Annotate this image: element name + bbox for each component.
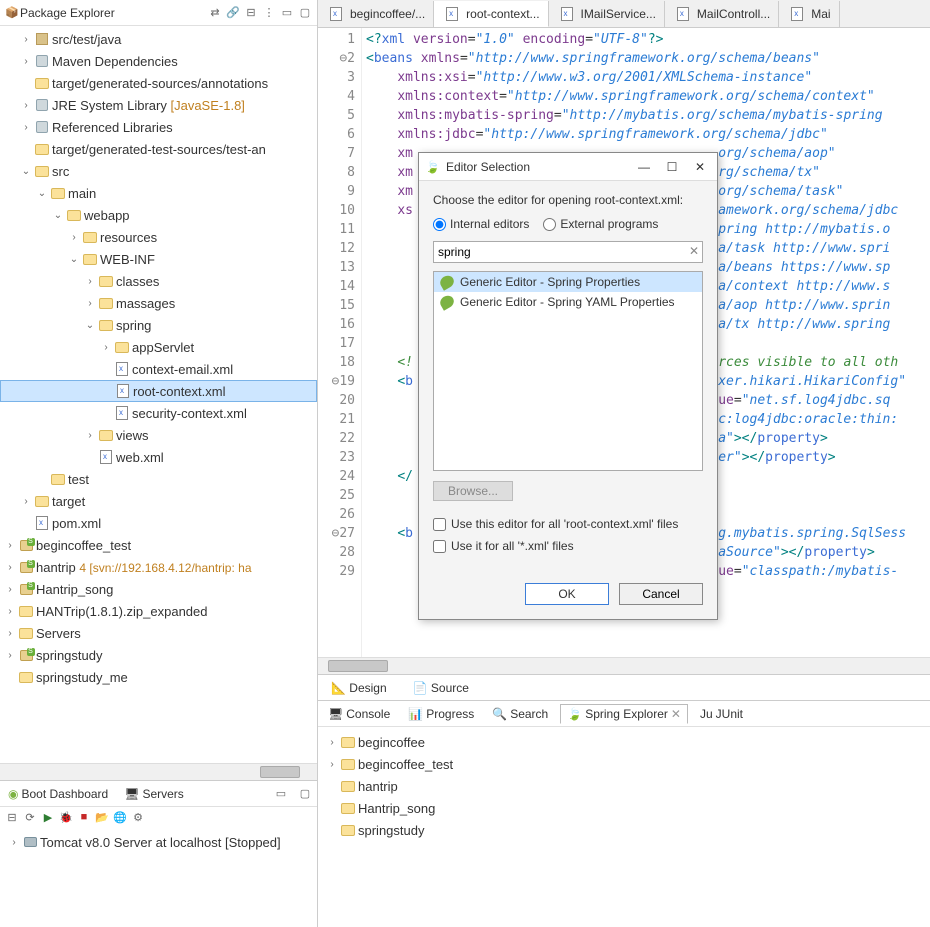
editor-list-item[interactable]: Generic Editor - Spring Properties [434, 272, 702, 292]
tree-hscroll[interactable] [0, 763, 317, 780]
editor-selection-dialog: 🍃 Editor Selection — ☐ ✕ Choose the edit… [418, 152, 718, 620]
servers-tab[interactable]: 🖥 Servers [120, 785, 188, 803]
clear-search-icon[interactable]: ✕ [689, 244, 699, 258]
tree-item[interactable]: ›HANTrip(1.8.1).zip_expanded [0, 600, 317, 622]
tree-item[interactable]: ›Referenced Libraries [0, 116, 317, 138]
bottom-tab[interactable]: 🖥Console [322, 705, 396, 723]
tree-item[interactable]: ›begincoffee_test [0, 534, 317, 556]
minimize-icon[interactable]: ▭ [279, 5, 295, 21]
tree-item[interactable]: pom.xml [0, 512, 317, 534]
editor-tab[interactable]: begincoffee/... [318, 1, 434, 27]
bd-collapse-icon[interactable]: ⊟ [4, 809, 20, 825]
editor-tabs[interactable]: begincoffee/...root-context...IMailServi… [318, 0, 930, 28]
focus-icon[interactable]: ⊟ [243, 5, 259, 21]
tree-item[interactable]: ›springstudy [0, 644, 317, 666]
tree-item[interactable]: ›Hantrip_song [0, 578, 317, 600]
ok-button[interactable]: OK [525, 583, 609, 605]
internal-editors-radio[interactable]: Internal editors [433, 217, 529, 231]
link-editor-icon[interactable]: 🔗 [225, 5, 241, 21]
bd-min-icon[interactable]: ▭ [273, 786, 289, 802]
tree-item[interactable]: ›JRE System Library [JavaSE-1.8] [0, 94, 317, 116]
spring-explorer-item[interactable]: ›begincoffee [322, 731, 926, 753]
tree-item[interactable]: context-email.xml [0, 358, 317, 380]
bd-run-icon[interactable]: ▶ [40, 809, 56, 825]
use-for-file-checkbox[interactable]: Use this editor for all 'root-context.xm… [433, 517, 703, 531]
editor-list[interactable]: Generic Editor - Spring PropertiesGeneri… [433, 271, 703, 471]
design-tab[interactable]: 📐 Design [322, 678, 396, 698]
bd-refresh-icon[interactable]: ⟳ [22, 809, 38, 825]
bottom-tab[interactable]: 📊Progress [402, 705, 480, 723]
tree-item[interactable]: ⌄src [0, 160, 317, 182]
tree-item[interactable]: ›Maven Dependencies [0, 50, 317, 72]
cancel-button[interactable]: Cancel [619, 583, 703, 605]
dialog-title-text: Editor Selection [446, 160, 530, 174]
tree-item[interactable]: root-context.xml [0, 380, 317, 402]
dialog-icon: 🍃 [425, 160, 440, 174]
editor-tab[interactable]: MailControll... [665, 1, 779, 27]
bd-stop-icon[interactable]: ■ [76, 809, 92, 825]
tree-item[interactable]: web.xml [0, 446, 317, 468]
package-explorer-header: 📦 Package Explorer ⇄ 🔗 ⊟ ⋮ ▭ ▢ [0, 0, 317, 26]
tree-item[interactable]: ⌄main [0, 182, 317, 204]
spring-explorer-content[interactable]: ›begincoffee›begincoffee_testhantripHant… [318, 727, 930, 927]
tree-item[interactable]: ›src/test/java [0, 28, 317, 50]
editor-tab[interactable]: IMailService... [549, 1, 665, 27]
bd-filter-icon[interactable]: ⚙ [130, 809, 146, 825]
tree-item[interactable]: ›Servers [0, 622, 317, 644]
tree-item[interactable]: ›target [0, 490, 317, 512]
use-for-ext-checkbox[interactable]: Use it for all '*.xml' files [433, 539, 703, 553]
bd-browser-icon[interactable]: 🌐 [112, 809, 128, 825]
spring-explorer-item[interactable]: hantrip [322, 775, 926, 797]
view-menu-icon[interactable]: ⋮ [261, 5, 277, 21]
package-explorer-tree[interactable]: ›src/test/java›Maven Dependenciestarget/… [0, 26, 317, 763]
tree-item[interactable]: ›hantrip 4 [svn://192.168.4.12/hantrip: … [0, 556, 317, 578]
spring-explorer-item[interactable]: springstudy [322, 819, 926, 841]
tree-item[interactable]: ›resources [0, 226, 317, 248]
bottom-right-tabs[interactable]: 🖥Console 📊Progress 🔍Search 🍃Spring Explorer… [318, 701, 930, 727]
tree-item[interactable]: ⌄webapp [0, 204, 317, 226]
boot-dashboard-tab[interactable]: ◉ Boot Dashboard [4, 785, 112, 803]
package-explorer-title: Package Explorer [20, 6, 207, 20]
dialog-search-input[interactable] [433, 241, 703, 263]
bottom-tab[interactable]: 🔍Search [486, 705, 554, 723]
editor-tab[interactable]: Mai [779, 1, 839, 27]
tree-item[interactable]: target/generated-sources/annotations [0, 72, 317, 94]
dialog-message: Choose the editor for opening root-conte… [433, 193, 703, 207]
tree-item[interactable]: ⌄spring [0, 314, 317, 336]
server-item[interactable]: › Tomcat v8.0 Server at localhost [Stopp… [4, 831, 313, 853]
leaf-icon [438, 293, 456, 310]
editor-list-item[interactable]: Generic Editor - Spring YAML Properties [434, 292, 702, 312]
collapse-all-icon[interactable]: ⇄ [207, 5, 223, 21]
spring-explorer-item[interactable]: Hantrip_song [322, 797, 926, 819]
external-programs-radio[interactable]: External programs [543, 217, 658, 231]
browse-button: Browse... [433, 481, 513, 501]
tree-item[interactable]: security-context.xml [0, 402, 317, 424]
editor-tab[interactable]: root-context... [434, 1, 548, 27]
tree-item[interactable]: ›views [0, 424, 317, 446]
tree-item[interactable]: ⌄WEB-INF [0, 248, 317, 270]
editor-hscroll[interactable] [318, 657, 930, 674]
tree-item[interactable]: test [0, 468, 317, 490]
package-explorer-icon: 📦 [4, 5, 20, 21]
tree-item[interactable]: springstudy_me [0, 666, 317, 688]
bd-max-icon[interactable]: ▢ [297, 786, 313, 802]
dialog-close-icon[interactable]: ✕ [693, 160, 707, 174]
spring-explorer-item[interactable]: ›begincoffee_test [322, 753, 926, 775]
source-tab[interactable]: 📄 Source [404, 678, 478, 698]
tree-item[interactable]: target/generated-test-sources/test-an [0, 138, 317, 160]
maximize-icon[interactable]: ▢ [297, 5, 313, 21]
bd-open-icon[interactable]: 📂 [94, 809, 110, 825]
tree-item[interactable]: ›classes [0, 270, 317, 292]
bottom-tab[interactable]: JuJUnit [694, 705, 749, 723]
bd-debug-icon[interactable]: 🐞 [58, 809, 74, 825]
dialog-maximize-icon[interactable]: ☐ [665, 160, 679, 174]
dialog-minimize-icon[interactable]: — [637, 160, 651, 174]
line-gutter: 1⊖23456789101112131415161718⊖19202122232… [318, 28, 362, 657]
bottom-tab[interactable]: 🍃Spring Explorer ✕ [560, 704, 688, 724]
tree-item[interactable]: ›massages [0, 292, 317, 314]
tree-item[interactable]: ›appServlet [0, 336, 317, 358]
leaf-icon [438, 273, 456, 290]
